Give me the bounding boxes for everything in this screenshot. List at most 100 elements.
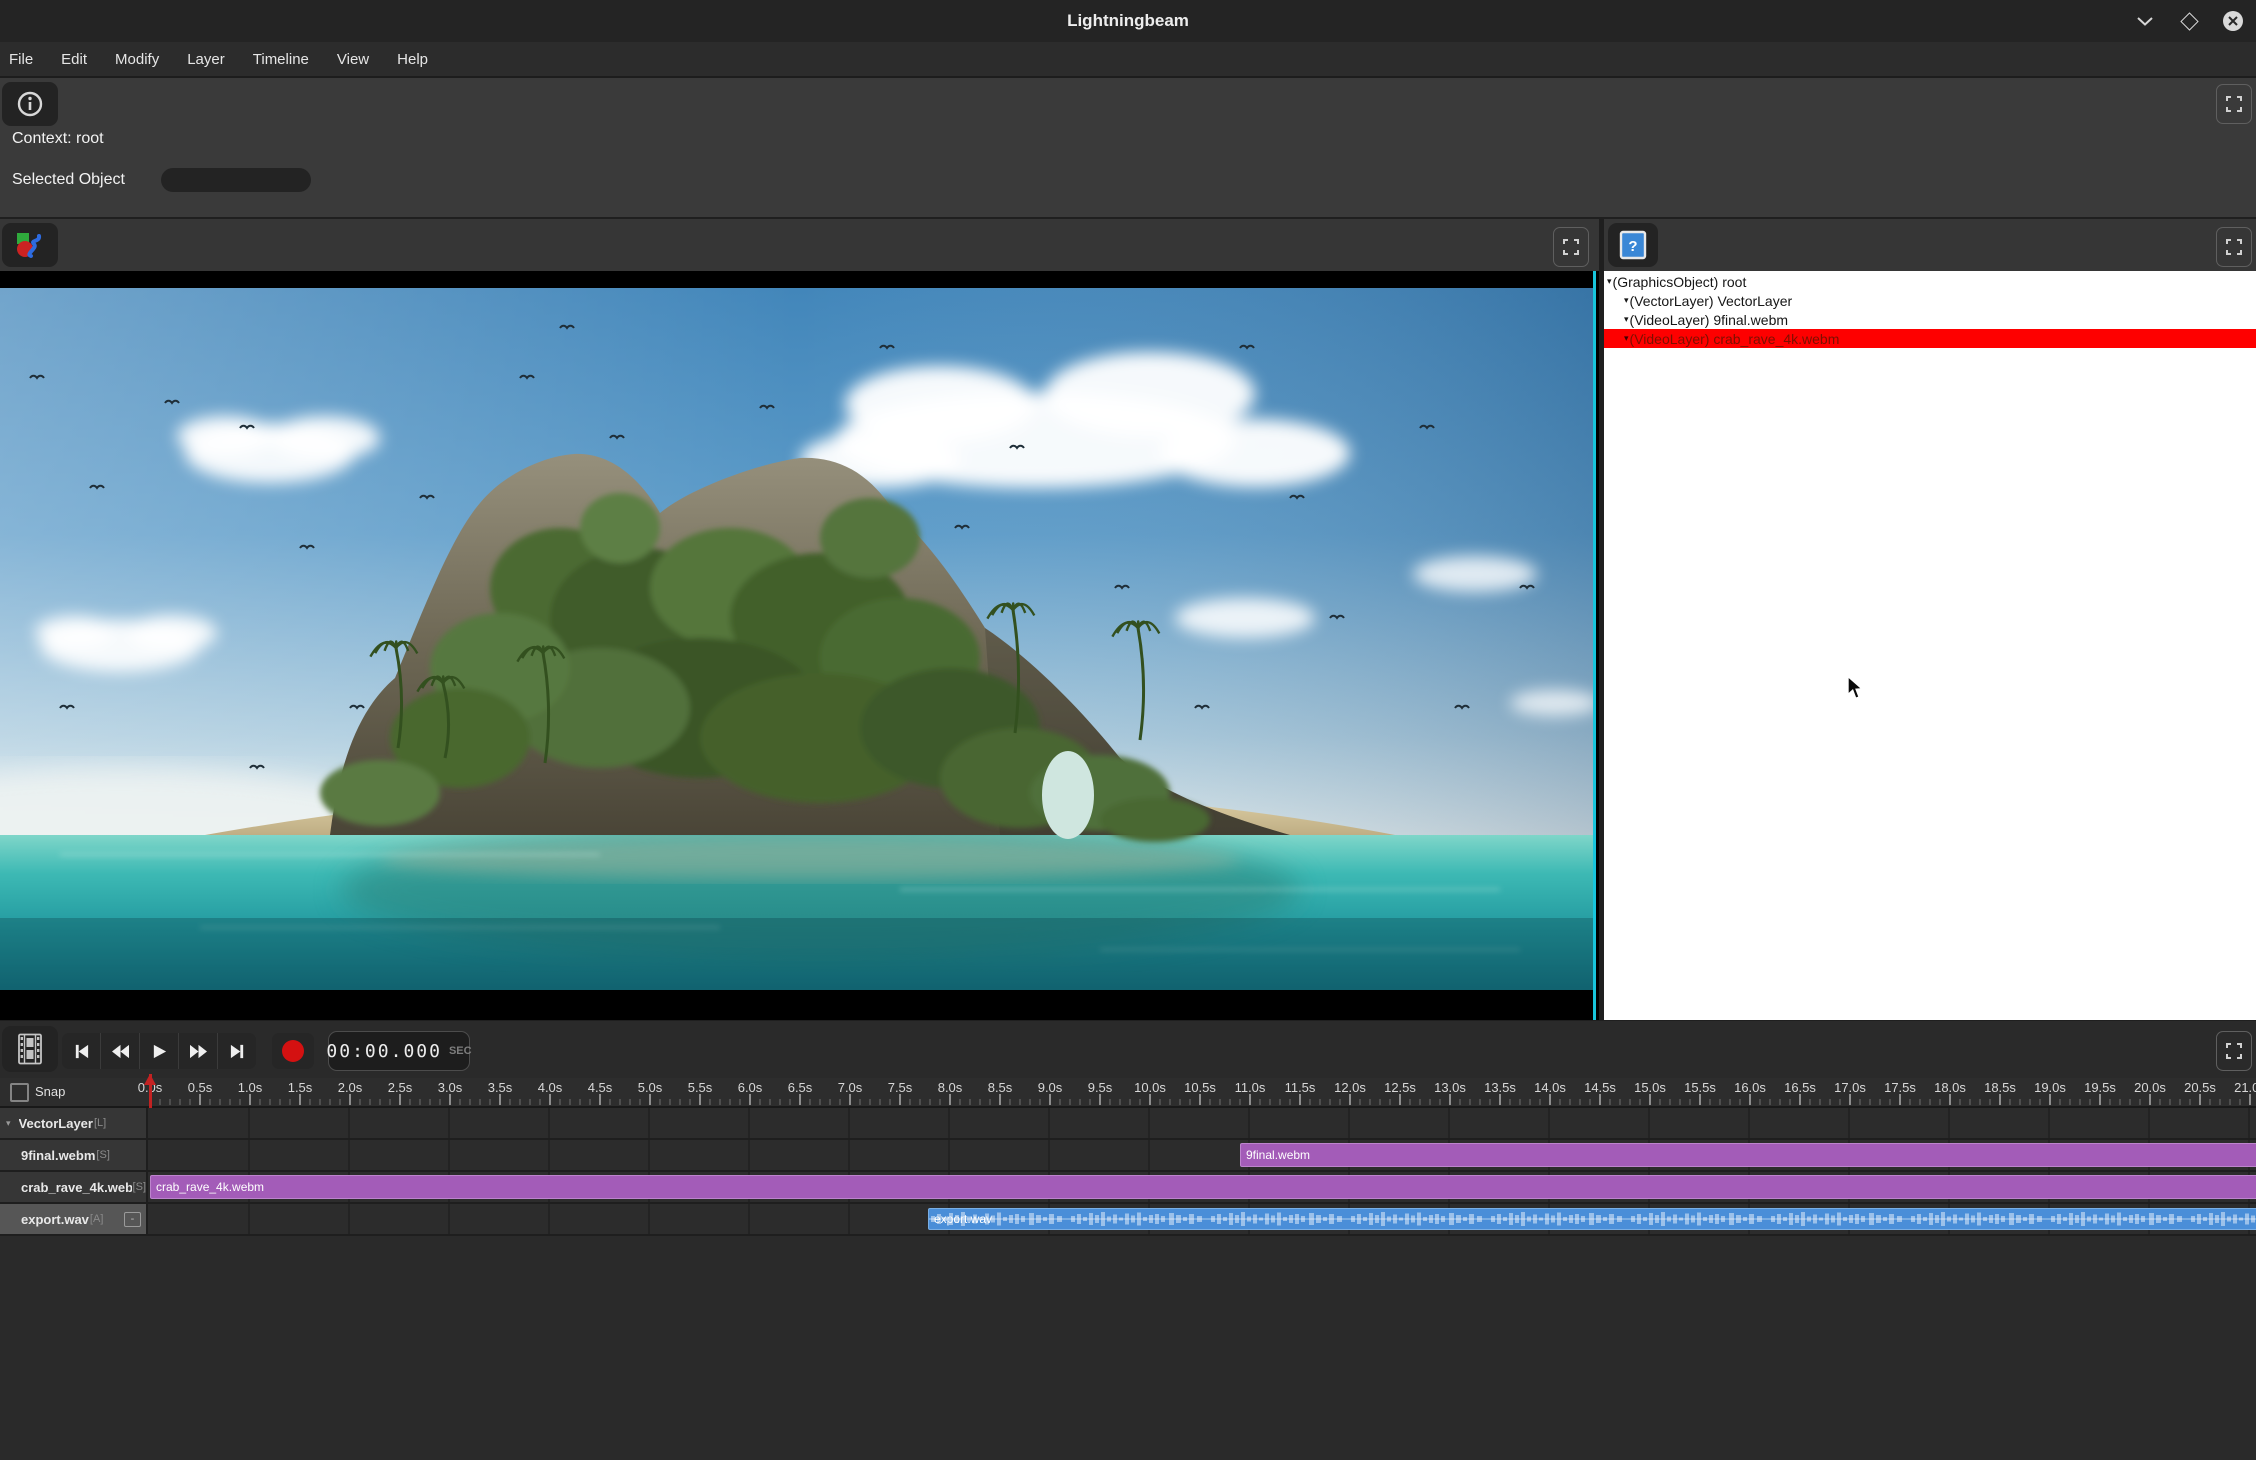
ruler-label: 16.5s (1784, 1080, 1816, 1095)
timeline-tab[interactable] (2, 1026, 58, 1072)
window-restore-icon[interactable] (2178, 10, 2200, 32)
track-row: ▾VectorLayer[L] (0, 1108, 2256, 1140)
ruler-label: 7.5s (888, 1080, 913, 1095)
menu-file[interactable]: File (0, 51, 42, 68)
ruler-label: 4.5s (588, 1080, 613, 1095)
ruler-label: 13.0s (1434, 1080, 1466, 1095)
film-strip-icon (17, 1033, 43, 1065)
transport-controls (62, 1033, 256, 1069)
stage-tab[interactable] (2, 223, 58, 267)
track-type-suffix: [S] (96, 1149, 109, 1161)
svg-text:?: ? (1628, 238, 1637, 255)
menu-timeline[interactable]: Timeline (244, 51, 318, 68)
ruler-label: 1.5s (288, 1080, 313, 1095)
time-display: 00:00.000 SEC (328, 1031, 470, 1071)
timeline-ruler[interactable]: Snap 0.0s0.5s1.0s1.5s2.0s2.5s3.0s3.5s4.0… (0, 1078, 2256, 1108)
track-mute-box[interactable]: - (124, 1212, 141, 1227)
ruler-label: 9.0s (1038, 1080, 1063, 1095)
window-minimize-icon[interactable] (2134, 10, 2156, 32)
track-row: crab_rave_4k.webm[S]crab_rave_4k.webm (0, 1172, 2256, 1204)
play-button[interactable] (140, 1033, 179, 1069)
track-label[interactable]: export.wav[A]- (0, 1204, 148, 1234)
timeline-expand-button[interactable] (2216, 1031, 2252, 1071)
ruler-label: 14.5s (1584, 1080, 1616, 1095)
expand-icon (2226, 1043, 2242, 1059)
inspector-panel: Context: root Selected Object (0, 78, 2256, 217)
ruler-label: 13.5s (1484, 1080, 1516, 1095)
stage-canvas[interactable] (0, 271, 1599, 1020)
ruler-label: 3.5s (488, 1080, 513, 1095)
tree-expander-icon[interactable]: ▾ (1624, 333, 1629, 344)
ruler-label: 1.0s (238, 1080, 263, 1095)
ruler-label: 18.0s (1934, 1080, 1966, 1095)
ruler-label: 5.5s (688, 1080, 713, 1095)
clip-video[interactable]: 9final.webm (1240, 1143, 2256, 1167)
track-rows: ▾VectorLayer[L]9final.webm[S]9final.webm… (0, 1108, 2256, 1236)
menu-help[interactable]: Help (388, 51, 437, 68)
tree-expander-icon[interactable]: ▾ (1607, 276, 1612, 287)
ruler-label: 19.0s (2034, 1080, 2066, 1095)
track-type-suffix: [L] (94, 1117, 106, 1129)
ruler-label: 2.5s (388, 1080, 413, 1095)
track-grid (150, 1108, 2256, 1138)
window-controls (2134, 0, 2244, 42)
ruler-label: 10.5s (1184, 1080, 1216, 1095)
clip-label: export.wav (929, 1212, 992, 1226)
ruler-label: 19.5s (2084, 1080, 2116, 1095)
tree-item[interactable]: ▾(GraphicsObject) root (1604, 272, 2256, 291)
image-placeholder-icon: ? (1619, 230, 1647, 260)
clip-audio[interactable]: export.wav (928, 1208, 2256, 1230)
context-label: Context: root (12, 130, 104, 148)
inspector-expand-button[interactable] (2216, 84, 2252, 124)
tree-expander-icon[interactable]: ▾ (1624, 314, 1629, 325)
scene-tree-list: ▾(GraphicsObject) root▾(VectorLayer) Vec… (1604, 271, 2256, 1020)
ruler-label: 18.5s (1984, 1080, 2016, 1095)
ruler-label: 17.5s (1884, 1080, 1916, 1095)
stage-expand-button[interactable] (1553, 227, 1589, 267)
track-label[interactable]: ▾VectorLayer[L] (0, 1108, 148, 1138)
app-window: Lightningbeam FileEditModifyLayerTimelin… (0, 0, 2256, 1460)
tree-item[interactable]: ▾(VideoLayer) crab_rave_4k.webm (1604, 329, 2256, 348)
menu-layer[interactable]: Layer (178, 51, 234, 68)
record-icon (282, 1040, 304, 1062)
tree-item[interactable]: ▾(VideoLayer) 9final.webm (1604, 310, 2256, 329)
selected-object-field[interactable] (161, 168, 311, 192)
track-label[interactable]: crab_rave_4k.webm[S] (0, 1172, 148, 1202)
record-button[interactable] (272, 1033, 314, 1069)
tree-expander-icon[interactable]: ▾ (1624, 295, 1629, 306)
expand-icon (2226, 239, 2242, 255)
tree-expand-button[interactable] (2216, 227, 2252, 267)
waveform (929, 1209, 2256, 1229)
menu-view[interactable]: View (328, 51, 378, 68)
ruler-label: 3.0s (438, 1080, 463, 1095)
snap-label: Snap (35, 1084, 65, 1099)
ruler-label: 11.5s (1285, 1080, 1316, 1095)
clip-label: crab_rave_4k.webm (151, 1180, 264, 1194)
track-label[interactable]: 9final.webm[S] (0, 1140, 148, 1170)
ruler-label: 14.0s (1534, 1080, 1566, 1095)
track-expander-icon[interactable]: ▾ (6, 1118, 11, 1129)
vector-shapes-icon (14, 230, 46, 260)
ruler-label: 21.0s (2234, 1080, 2256, 1095)
expand-icon (1563, 239, 1579, 255)
skip-to-start-icon (72, 1043, 91, 1060)
menu-modify[interactable]: Modify (106, 51, 168, 68)
menu-edit[interactable]: Edit (52, 51, 96, 68)
tree-item[interactable]: ▾(VectorLayer) VectorLayer (1604, 291, 2256, 310)
tree-tab[interactable]: ? (1608, 223, 1658, 267)
skip-to-end-button[interactable] (218, 1033, 256, 1069)
ruler-label: 10.0s (1134, 1080, 1166, 1095)
selected-object-label: Selected Object (12, 171, 125, 189)
expand-icon (2226, 96, 2242, 112)
stage-panel (0, 219, 1599, 1020)
rewind-button[interactable] (101, 1033, 140, 1069)
tree-item-label: (GraphicsObject) root (1613, 274, 1747, 290)
skip-to-start-button[interactable] (62, 1033, 101, 1069)
inspector-tab[interactable] (2, 82, 58, 126)
window-close-icon[interactable] (2222, 10, 2244, 32)
tree-item-label: (VideoLayer) crab_rave_4k.webm (1630, 331, 1840, 347)
clip-video[interactable]: crab_rave_4k.webm (150, 1175, 2256, 1199)
fast-forward-button[interactable] (179, 1033, 218, 1069)
playhead[interactable] (144, 1074, 157, 1108)
snap-checkbox[interactable] (10, 1083, 29, 1102)
